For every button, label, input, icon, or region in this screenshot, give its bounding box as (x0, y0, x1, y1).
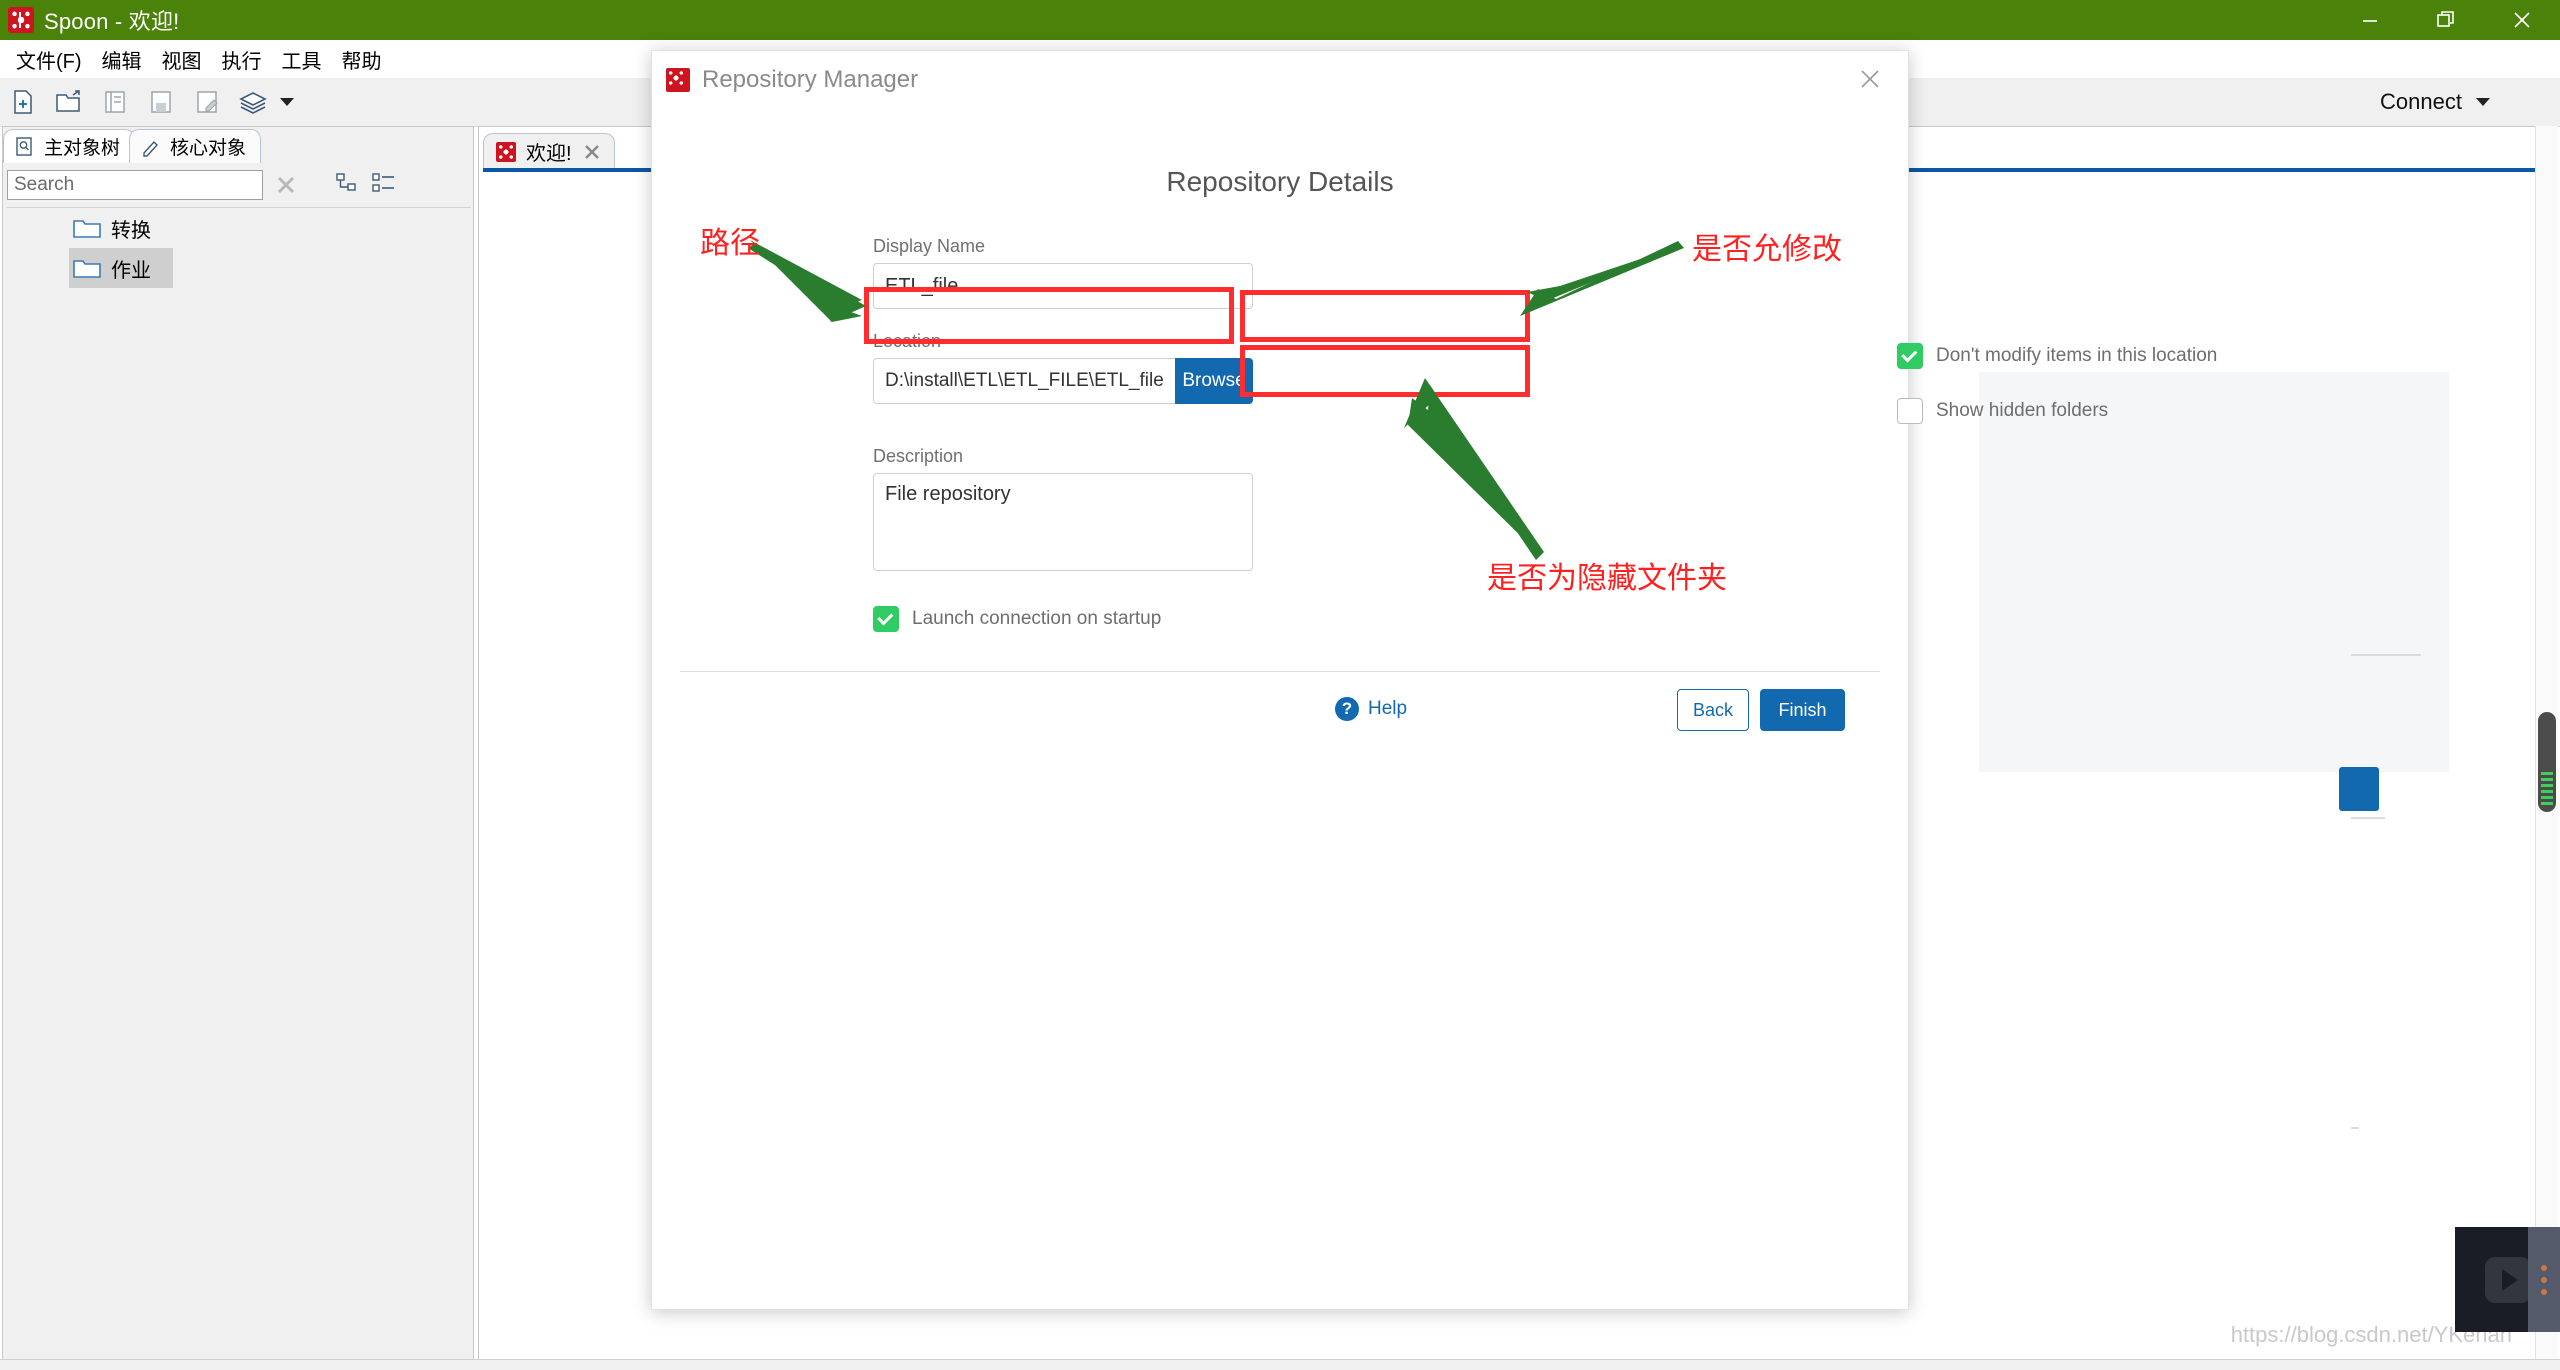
window-title: Spoon - 欢迎! (44, 9, 180, 34)
background-blue-chip (2339, 767, 2379, 811)
window-controls (2332, 0, 2560, 40)
close-icon[interactable] (2484, 0, 2560, 40)
sidebar-tabs: 主对象树 核心对象 (3, 127, 475, 163)
tab-welcome[interactable]: 欢迎! (483, 133, 615, 169)
menu-item-help[interactable]: 帮助 (332, 43, 392, 76)
help-link[interactable]: ? Help (1335, 697, 1407, 721)
launch-connection-on-startup-checkbox[interactable] (873, 606, 899, 632)
menu-item-file[interactable]: 文件(F) (6, 43, 92, 76)
spoon-logo-icon (8, 7, 34, 33)
tree-node-label: 作业 (111, 259, 151, 282)
dot-icon (2541, 1276, 2547, 1283)
dot-icon (2541, 1264, 2547, 1271)
editor-tabs: 欢迎! (483, 129, 615, 169)
pencil-icon (143, 140, 158, 157)
tree-node-jobs[interactable]: 作业 (69, 248, 173, 288)
window-titlebar: Spoon - 欢迎! (0, 0, 2560, 40)
document-search-icon (16, 136, 32, 156)
dialog-action-buttons: Back Finish (1677, 689, 1845, 731)
menu-item-edit[interactable]: 编辑 (92, 43, 152, 76)
dialog-close-icon[interactable] (1856, 65, 1886, 95)
tree-view-toggles (335, 171, 397, 200)
repository-details-form: Display Name Location Browse Description… (873, 236, 1293, 632)
connect-button[interactable]: Connect (2380, 78, 2490, 126)
dont-modify-items-checkbox[interactable] (1897, 343, 1923, 369)
location-input[interactable] (873, 358, 1175, 404)
search-input[interactable] (7, 170, 263, 200)
folder-icon (73, 260, 101, 278)
maximize-icon[interactable] (2408, 0, 2484, 40)
chevron-down-icon (2476, 98, 2490, 106)
tab-label: 欢迎! (526, 143, 572, 165)
repository-manager-dialog: Repository Manager Repository Details Di… (651, 50, 2217, 1310)
dialog-divider (680, 671, 1880, 672)
background-divider (2351, 654, 2421, 656)
back-button[interactable]: Back (1677, 689, 1749, 731)
spoon-logo-icon (666, 68, 690, 92)
spoon-logo-icon (496, 141, 516, 162)
tree-list-icon[interactable] (371, 171, 397, 200)
menu-item-run[interactable]: 执行 (212, 43, 272, 76)
sidebar-tab-main-object-tree[interactable]: 主对象树 (3, 129, 136, 163)
new-file-icon[interactable] (0, 80, 46, 124)
layers-icon[interactable] (230, 80, 276, 124)
menu-item-tools[interactable]: 工具 (272, 43, 332, 76)
description-label: Description (873, 446, 964, 466)
status-bar (0, 1359, 2560, 1370)
toolbar-dropdown-caret-icon[interactable] (276, 80, 298, 124)
connect-label: Connect (2380, 89, 2462, 114)
dont-modify-items-label: Don't modify items in this location (1936, 345, 2218, 366)
tab-close-icon[interactable] (582, 142, 602, 162)
sidebar-search-row (7, 165, 471, 205)
help-label: Help (1368, 698, 1408, 719)
browse-button[interactable]: Browse (1175, 358, 1253, 404)
minimize-icon[interactable] (2332, 0, 2408, 40)
background-content-card (1979, 372, 2449, 772)
play-icon (2484, 1256, 2531, 1303)
help-icon: ? (1335, 697, 1359, 721)
display-name-input[interactable] (873, 263, 1253, 309)
sidebar-tab-core-objects[interactable]: 核心对象 (129, 129, 262, 163)
media-badge-side (2528, 1227, 2560, 1332)
save-icon[interactable] (138, 80, 184, 124)
dot-icon (2541, 1288, 2547, 1295)
sidebar-tab-label: 主对象树 (44, 138, 121, 159)
background-divider (2351, 817, 2385, 819)
object-tree: 转换 作业 (7, 207, 471, 1358)
left-panel: 主对象树 核心对象 Search 转换 作业 (2, 126, 474, 1366)
tree-node-label: 转换 (111, 219, 151, 242)
show-hidden-folders-checkbox-row[interactable]: Show hidden folders (1897, 398, 2187, 424)
location-label: Location (873, 331, 942, 351)
launch-connection-on-startup-checkbox-row[interactable]: Launch connection on startup (873, 606, 1293, 632)
location-row: Browse (873, 358, 1253, 404)
location-options: Don't modify items in this location Show… (1897, 343, 2217, 424)
dialog-heading: Repository Details (1166, 166, 1394, 197)
dont-modify-items-checkbox-row[interactable]: Don't modify items in this location (1897, 343, 2217, 369)
tree-node-transformations[interactable]: 转换 (69, 208, 173, 248)
show-hidden-folders-checkbox[interactable] (1897, 398, 1923, 424)
save-as-icon[interactable] (184, 80, 230, 124)
launch-connection-on-startup-label: Launch connection on startup (912, 608, 1162, 629)
vertical-scrollbar-thumb[interactable] (2538, 712, 2556, 812)
explorer-icon[interactable] (92, 80, 138, 124)
dialog-title: Repository Manager (702, 66, 919, 93)
show-hidden-folders-label: Show hidden folders (1936, 400, 2109, 421)
sidebar-tab-label: 核心对象 (170, 138, 247, 159)
display-name-label: Display Name (873, 236, 986, 256)
description-textarea[interactable] (873, 473, 1253, 571)
clear-x-icon[interactable] (273, 172, 299, 198)
tree-hierarchy-icon[interactable] (335, 171, 359, 200)
open-file-icon[interactable] (46, 80, 92, 124)
menu-item-view[interactable]: 视图 (152, 43, 212, 76)
dialog-header: Repository Manager (652, 51, 1908, 109)
background-divider (2351, 1127, 2359, 1129)
folder-icon (73, 220, 101, 238)
finish-button[interactable]: Finish (1760, 689, 1845, 731)
